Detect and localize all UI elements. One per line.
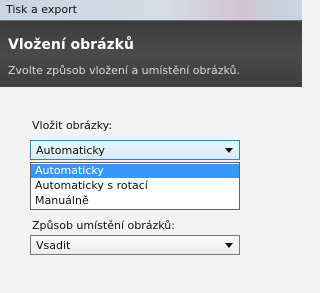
window-titlebar[interactable]: Tisk a export bbox=[0, 0, 302, 20]
insert-images-label: Vložit obrázky: bbox=[32, 119, 113, 132]
page-title: Vložení obrázků bbox=[8, 37, 134, 53]
placement-select[interactable]: Vsadit bbox=[30, 235, 240, 255]
placement-label: Způsob umístění obrázků: bbox=[32, 219, 175, 232]
header-panel: Vložení obrázků Zvolte způsob vložení a … bbox=[0, 20, 302, 87]
dropdown-option-automaticky[interactable]: Automaticky bbox=[31, 164, 239, 178]
insert-images-dropdown: Automaticky Automaticky s rotací Manuáln… bbox=[30, 162, 240, 210]
page-subtitle: Zvolte způsob vložení a umístění obrázků… bbox=[8, 64, 241, 77]
insert-images-select[interactable]: Automaticky bbox=[30, 140, 240, 160]
dropdown-option-manualne[interactable]: Manuálně bbox=[31, 194, 239, 208]
insert-images-value: Automaticky bbox=[36, 144, 105, 157]
dropdown-option-automaticky-s-rotaci[interactable]: Automaticky s rotací bbox=[31, 179, 239, 193]
window-title: Tisk a export bbox=[6, 3, 77, 16]
chevron-down-icon[interactable] bbox=[225, 243, 233, 248]
chevron-down-icon[interactable] bbox=[225, 148, 233, 153]
placement-value: Vsadit bbox=[36, 239, 71, 252]
